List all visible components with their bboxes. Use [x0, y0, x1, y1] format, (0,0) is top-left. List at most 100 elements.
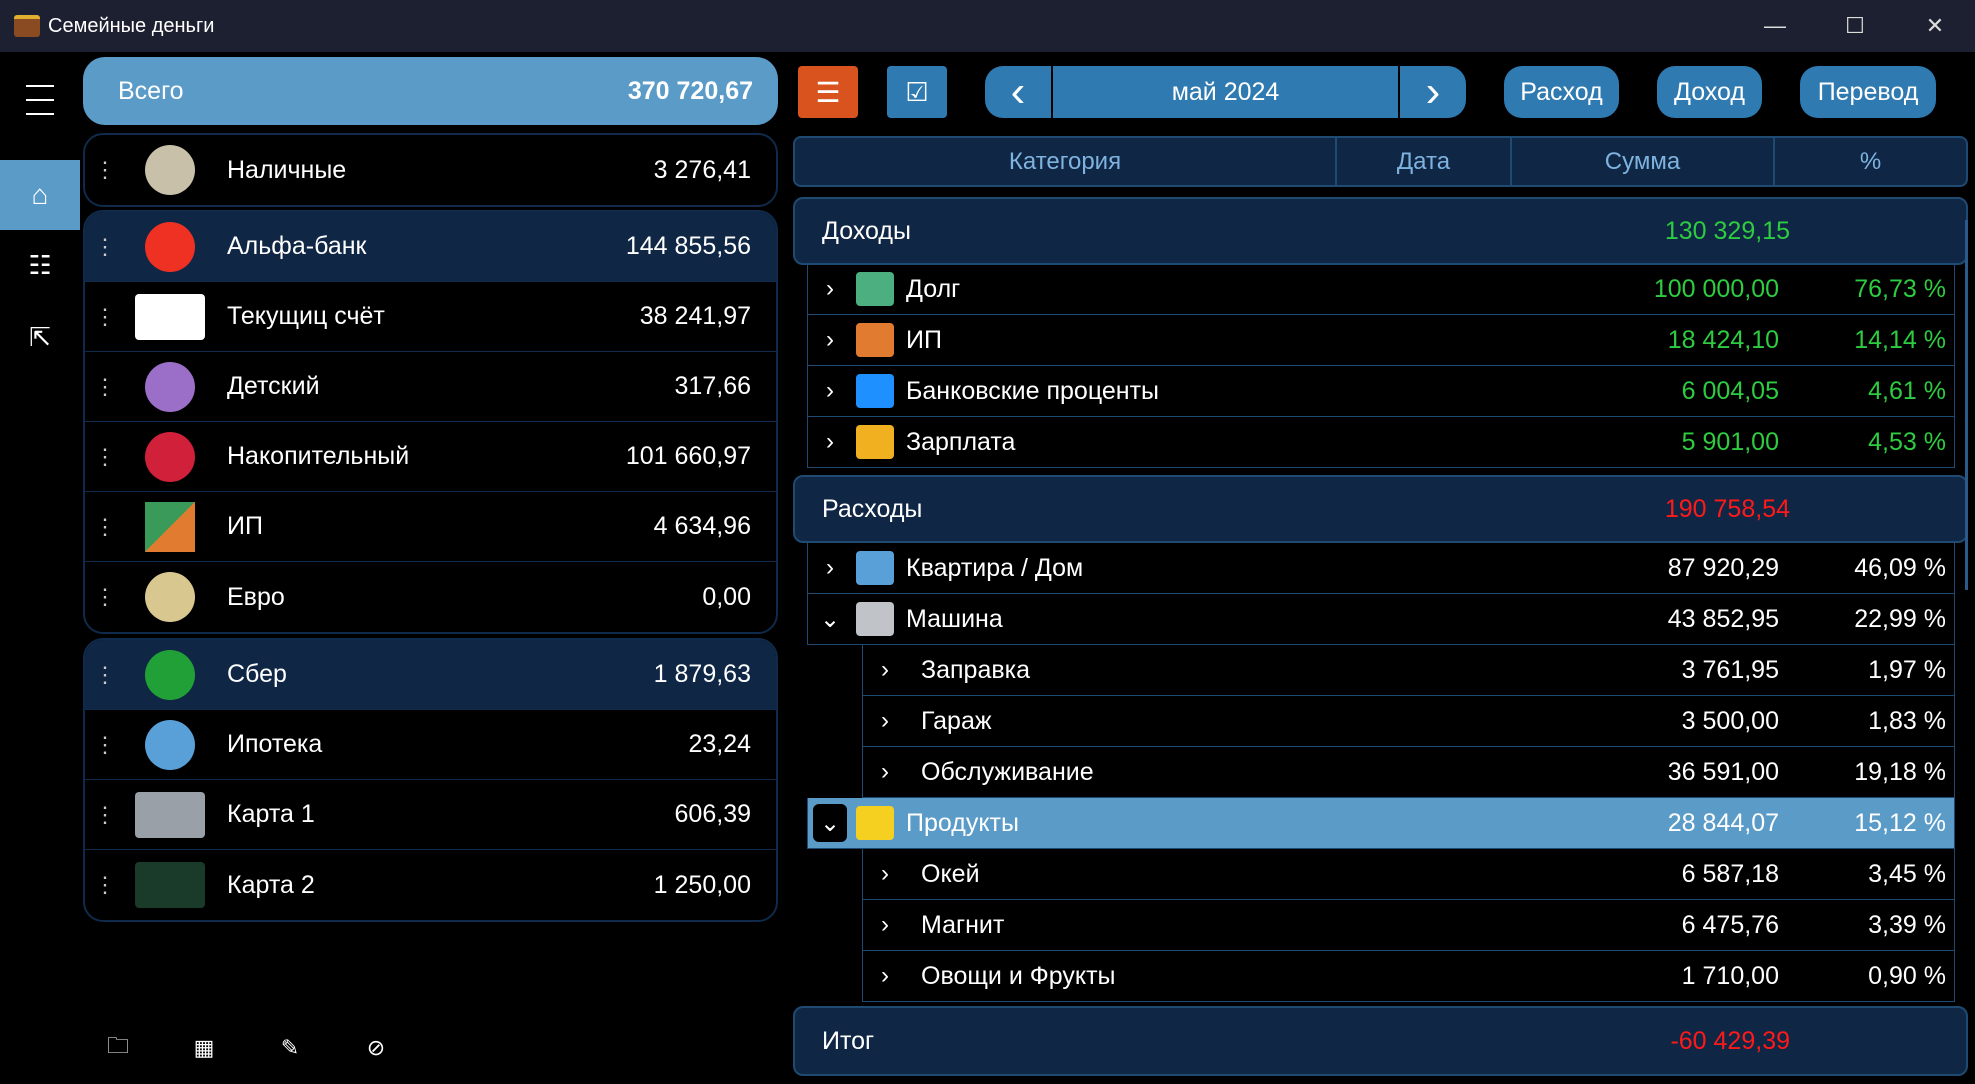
account-group-alfa: ⋮ Альфа-банк 144 855,56 ⋮ Текущиц счёт 38 241…	[83, 210, 778, 634]
category-percent: 0,90 %	[1868, 961, 1946, 990]
grid-icon[interactable]: ▦	[186, 1030, 222, 1066]
category-row[interactable]: › ИП 18 424,10 14,14 %	[807, 315, 1955, 366]
account-row[interactable]: ⋮ Евро 0,00	[85, 562, 776, 632]
account-row[interactable]: ⋮ Накопительный 101 660,97	[85, 422, 776, 492]
more-options-icon[interactable]: ⋮	[85, 157, 125, 183]
hide-eye-icon[interactable]: ⊘	[358, 1030, 394, 1066]
account-row[interactable]: ⋮ Карта 2 1 250,00	[85, 850, 776, 920]
account-row[interactable]: ⋮ ИП 4 634,96	[85, 492, 776, 562]
account-name: Евро	[227, 582, 285, 611]
category-row[interactable]: › Гараж 3 500,00 1,83 %	[862, 696, 1955, 747]
more-options-icon[interactable]: ⋮	[85, 234, 125, 260]
month-selector[interactable]: май 2024	[1053, 66, 1398, 118]
calendar-icon: ☑	[905, 76, 929, 107]
category-row[interactable]: › Долг 100 000,00 76,73 %	[807, 264, 1955, 315]
edit-icon[interactable]: ✎	[272, 1030, 308, 1066]
expand-chevron-icon[interactable]: ›	[863, 911, 907, 939]
next-month-button[interactable]: ›	[1400, 66, 1466, 118]
transfer-button[interactable]: Перевод	[1800, 66, 1936, 118]
minimize-button[interactable]: —	[1735, 0, 1815, 52]
more-options-icon[interactable]: ⋮	[85, 662, 125, 688]
category-amount: 6 475,76	[1681, 910, 1779, 939]
report-button[interactable]: ☰	[798, 66, 858, 118]
car-icon	[856, 602, 894, 636]
column-percent[interactable]: %	[1775, 138, 1966, 185]
category-name: Зарплата	[906, 427, 1016, 456]
list-icon[interactable]: ☷	[0, 230, 80, 300]
ip-icon	[135, 501, 205, 552]
account-amount: 4 634,96	[653, 512, 751, 540]
expand-chevron-icon[interactable]: ›	[863, 962, 907, 990]
collapse-chevron-icon[interactable]: ⌄	[808, 605, 852, 634]
collapse-chevron-icon[interactable]: ⌄	[813, 804, 847, 842]
house-icon	[135, 719, 205, 770]
account-name: Детский	[227, 372, 320, 400]
account-row[interactable]: ⋮ Альфа-банк 144 855,56	[85, 212, 776, 282]
category-row[interactable]: › Овощи и Фрукты 1 710,00 0,90 %	[862, 951, 1955, 1002]
account-name: Наличные	[227, 155, 347, 184]
prev-month-button[interactable]: ‹	[985, 66, 1051, 118]
ip-icon	[856, 323, 894, 357]
add-folder-icon[interactable]: 🗀	[100, 1030, 136, 1066]
more-options-icon[interactable]: ⋮	[85, 374, 125, 400]
export-icon[interactable]: ⇱	[0, 302, 80, 372]
menu-icon[interactable]	[0, 65, 80, 135]
income-section[interactable]: Доходы 130 329,15	[793, 197, 1968, 265]
total-balance[interactable]: Всего 370 720,67	[83, 57, 778, 125]
expand-chevron-icon[interactable]: ›	[808, 554, 852, 582]
account-row[interactable]: ⋮ Ипотека 23,24	[85, 710, 776, 780]
calendar-button[interactable]: ☑	[887, 66, 947, 118]
column-category[interactable]: Категория	[795, 138, 1337, 185]
expand-chevron-icon[interactable]: ›	[863, 707, 907, 735]
category-row[interactable]: › Магнит 6 475,76 3,39 %	[862, 900, 1955, 951]
more-options-icon[interactable]: ⋮	[85, 584, 125, 610]
category-name: Магнит	[921, 910, 1005, 939]
category-row[interactable]: › Окей 6 587,18 3,45 %	[862, 849, 1955, 900]
expense-section[interactable]: Расходы 190 758,54	[793, 475, 1968, 543]
account-amount: 606,39	[674, 800, 751, 828]
expand-chevron-icon[interactable]: ›	[808, 428, 852, 456]
category-percent: 3,39 %	[1868, 910, 1946, 939]
expand-chevron-icon[interactable]: ›	[808, 326, 852, 354]
category-amount: 36 591,00	[1667, 757, 1779, 786]
expand-chevron-icon[interactable]: ›	[863, 860, 907, 888]
column-date[interactable]: Дата	[1337, 138, 1512, 185]
category-row[interactable]: › Банковские проценты 6 004,05 4,61 %	[807, 366, 1955, 417]
more-options-icon[interactable]: ⋮	[85, 304, 125, 330]
income-button[interactable]: Доход	[1657, 66, 1762, 118]
account-amount: 1 250,00	[653, 870, 751, 899]
more-options-icon[interactable]: ⋮	[85, 872, 125, 898]
home-icon[interactable]: ⌂	[0, 160, 80, 230]
account-row[interactable]: ⋮ Детский 317,66	[85, 352, 776, 422]
account-row[interactable]: ⋮ Наличные 3 276,41	[85, 135, 776, 205]
account-row[interactable]: ⋮ Сбер 1 879,63	[85, 640, 776, 710]
category-row[interactable]: › Обслуживание 36 591,00 19,18 %	[862, 747, 1955, 798]
category-row[interactable]: › Заправка 3 761,95 1,97 %	[862, 645, 1955, 696]
account-row[interactable]: ⋮ Карта 1 606,39	[85, 780, 776, 850]
category-amount: 5 901,00	[1681, 427, 1779, 456]
close-button[interactable]: ✕	[1895, 0, 1975, 52]
category-row[interactable]: ⌄ Продукты 28 844,07 15,12 %	[807, 798, 1955, 849]
category-percent: 76,73 %	[1854, 274, 1946, 303]
column-amount[interactable]: Сумма	[1512, 138, 1775, 185]
more-options-icon[interactable]: ⋮	[85, 514, 125, 540]
expand-chevron-icon[interactable]: ›	[808, 377, 852, 405]
category-row[interactable]: › Зарплата 5 901,00 4,53 %	[807, 417, 1955, 468]
more-options-icon[interactable]: ⋮	[85, 802, 125, 828]
more-options-icon[interactable]: ⋮	[85, 444, 125, 470]
expense-button[interactable]: Расход	[1504, 66, 1619, 118]
account-name: Альфа-банк	[227, 232, 367, 260]
category-row[interactable]: › Квартира / Дом 87 920,29 46,09 %	[807, 543, 1955, 594]
more-options-icon[interactable]: ⋮	[85, 732, 125, 758]
category-row[interactable]: ⌄ Машина 43 852,95 22,99 %	[807, 594, 1955, 645]
expand-chevron-icon[interactable]: ›	[863, 758, 907, 786]
category-percent: 1,83 %	[1868, 706, 1946, 735]
category-percent: 3,45 %	[1868, 859, 1946, 888]
scrollbar[interactable]	[1965, 220, 1968, 590]
maximize-button[interactable]: ☐	[1815, 0, 1895, 52]
category-percent: 4,53 %	[1868, 427, 1946, 456]
expand-chevron-icon[interactable]: ›	[808, 275, 852, 303]
category-name: Квартира / Дом	[906, 553, 1084, 582]
account-row[interactable]: ⋮ Текущиц счёт 38 241,97	[85, 282, 776, 352]
expand-chevron-icon[interactable]: ›	[863, 656, 907, 684]
